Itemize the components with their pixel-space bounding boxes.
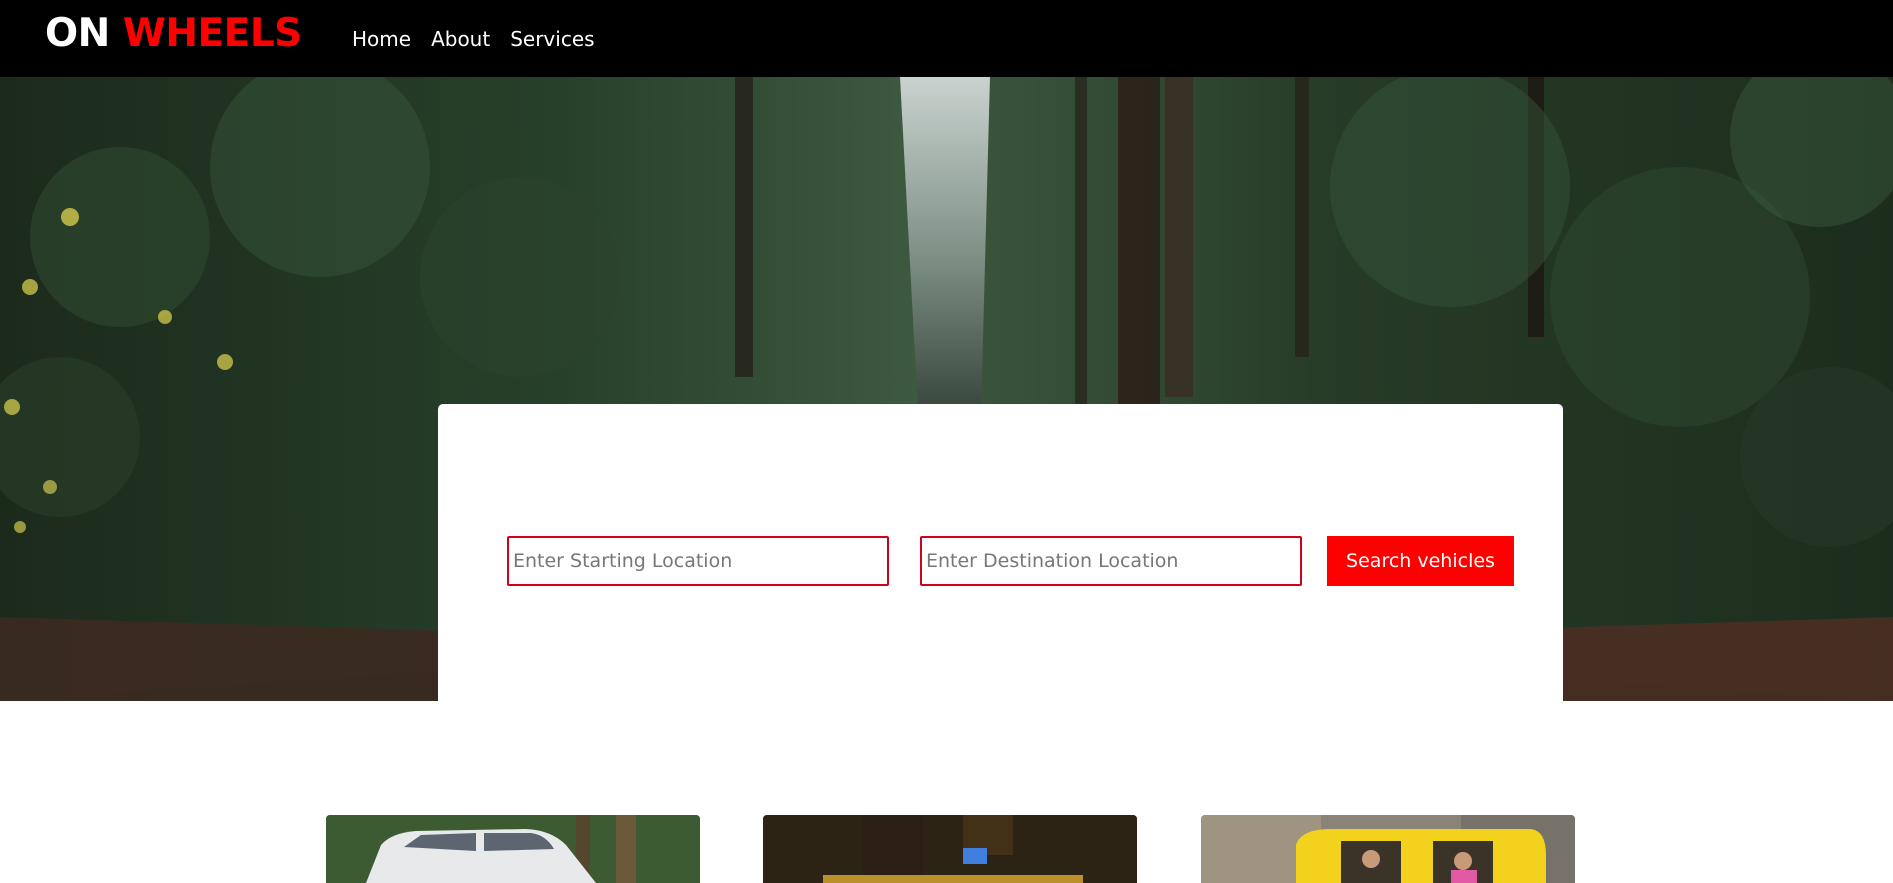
search-vehicles-button[interactable]: Search vehicles [1327, 536, 1514, 586]
brand-logo[interactable]: ON WHEELS [45, 12, 302, 56]
hero-section: Search vehicles [0, 77, 1893, 701]
vehicle-card-auto-rickshaw[interactable] [1201, 815, 1575, 883]
vehicle-card-car[interactable] [326, 815, 700, 883]
yellow-taxi-photo [763, 815, 1137, 883]
brand-wheels-text: WHEELS [122, 11, 302, 56]
nav-link-home[interactable]: Home [352, 26, 411, 52]
destination-location-input[interactable] [920, 536, 1302, 586]
nav-link-about[interactable]: About [431, 26, 490, 52]
white-car-photo [326, 815, 700, 883]
starting-location-input[interactable] [507, 536, 889, 586]
nav-menu: Home About Services [352, 26, 595, 52]
navbar: ON WHEELS Home About Services [0, 0, 1893, 77]
search-card: Search vehicles [438, 404, 1563, 701]
auto-rickshaw-photo [1201, 815, 1575, 883]
nav-link-services[interactable]: Services [510, 26, 594, 52]
brand-on-text: ON [45, 11, 110, 56]
vehicle-card-taxi[interactable] [763, 815, 1137, 883]
